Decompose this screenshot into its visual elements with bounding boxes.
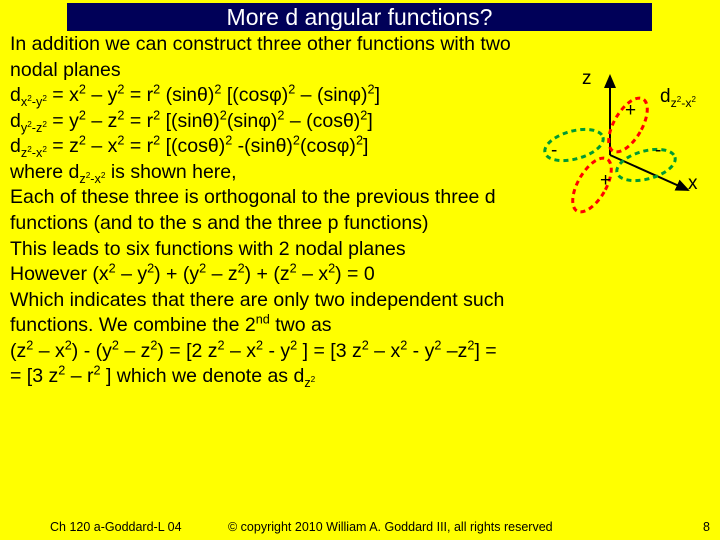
- line-13: (z2 – x2) - (y2 – z2) = [2 z2 – x2 - y2 …: [10, 339, 704, 364]
- line-11: Which indicates that there are only two …: [10, 288, 704, 313]
- line-4: dy2-z2 = y2 – z2 = r2 [(sinθ)2(sinφ)2 – …: [10, 109, 704, 134]
- line-10: However (x2 – y2) + (y2 – z2) + (z2 – x2…: [10, 262, 704, 287]
- line-14: = [3 z2 – r2 ] which we denote as dz2: [10, 364, 704, 389]
- line-8: functions (and to the s and the three p …: [10, 211, 704, 236]
- body-text: In addition we can construct three other…: [10, 32, 704, 390]
- line-1: In addition we can construct three other…: [10, 32, 704, 57]
- line-5: dz2-x2 = z2 – x2 = r2 [(cosθ)2 -(sinθ)2(…: [10, 134, 704, 159]
- line-7: Each of these three is orthogonal to the…: [10, 185, 704, 210]
- slide: More d angular functions? In addition we…: [0, 0, 720, 540]
- line-12: functions. We combine the 2nd two as: [10, 313, 704, 338]
- footer-left: Ch 120 a-Goddard-L 04: [50, 520, 182, 534]
- footer-copyright: © copyright 2010 William A. Goddard III,…: [228, 520, 553, 534]
- title-band: More d angular functions?: [67, 3, 652, 31]
- line-2: nodal planes: [10, 58, 704, 83]
- page-number: 8: [703, 520, 710, 534]
- line-6: where dz2-x2 is shown here,: [10, 160, 704, 185]
- line-9: This leads to six functions with 2 nodal…: [10, 237, 704, 262]
- line-3: dx2-y2 = x2 – y2 = r2 (sinθ)2 [(cosφ)2 –…: [10, 83, 704, 108]
- slide-title: More d angular functions?: [227, 4, 493, 30]
